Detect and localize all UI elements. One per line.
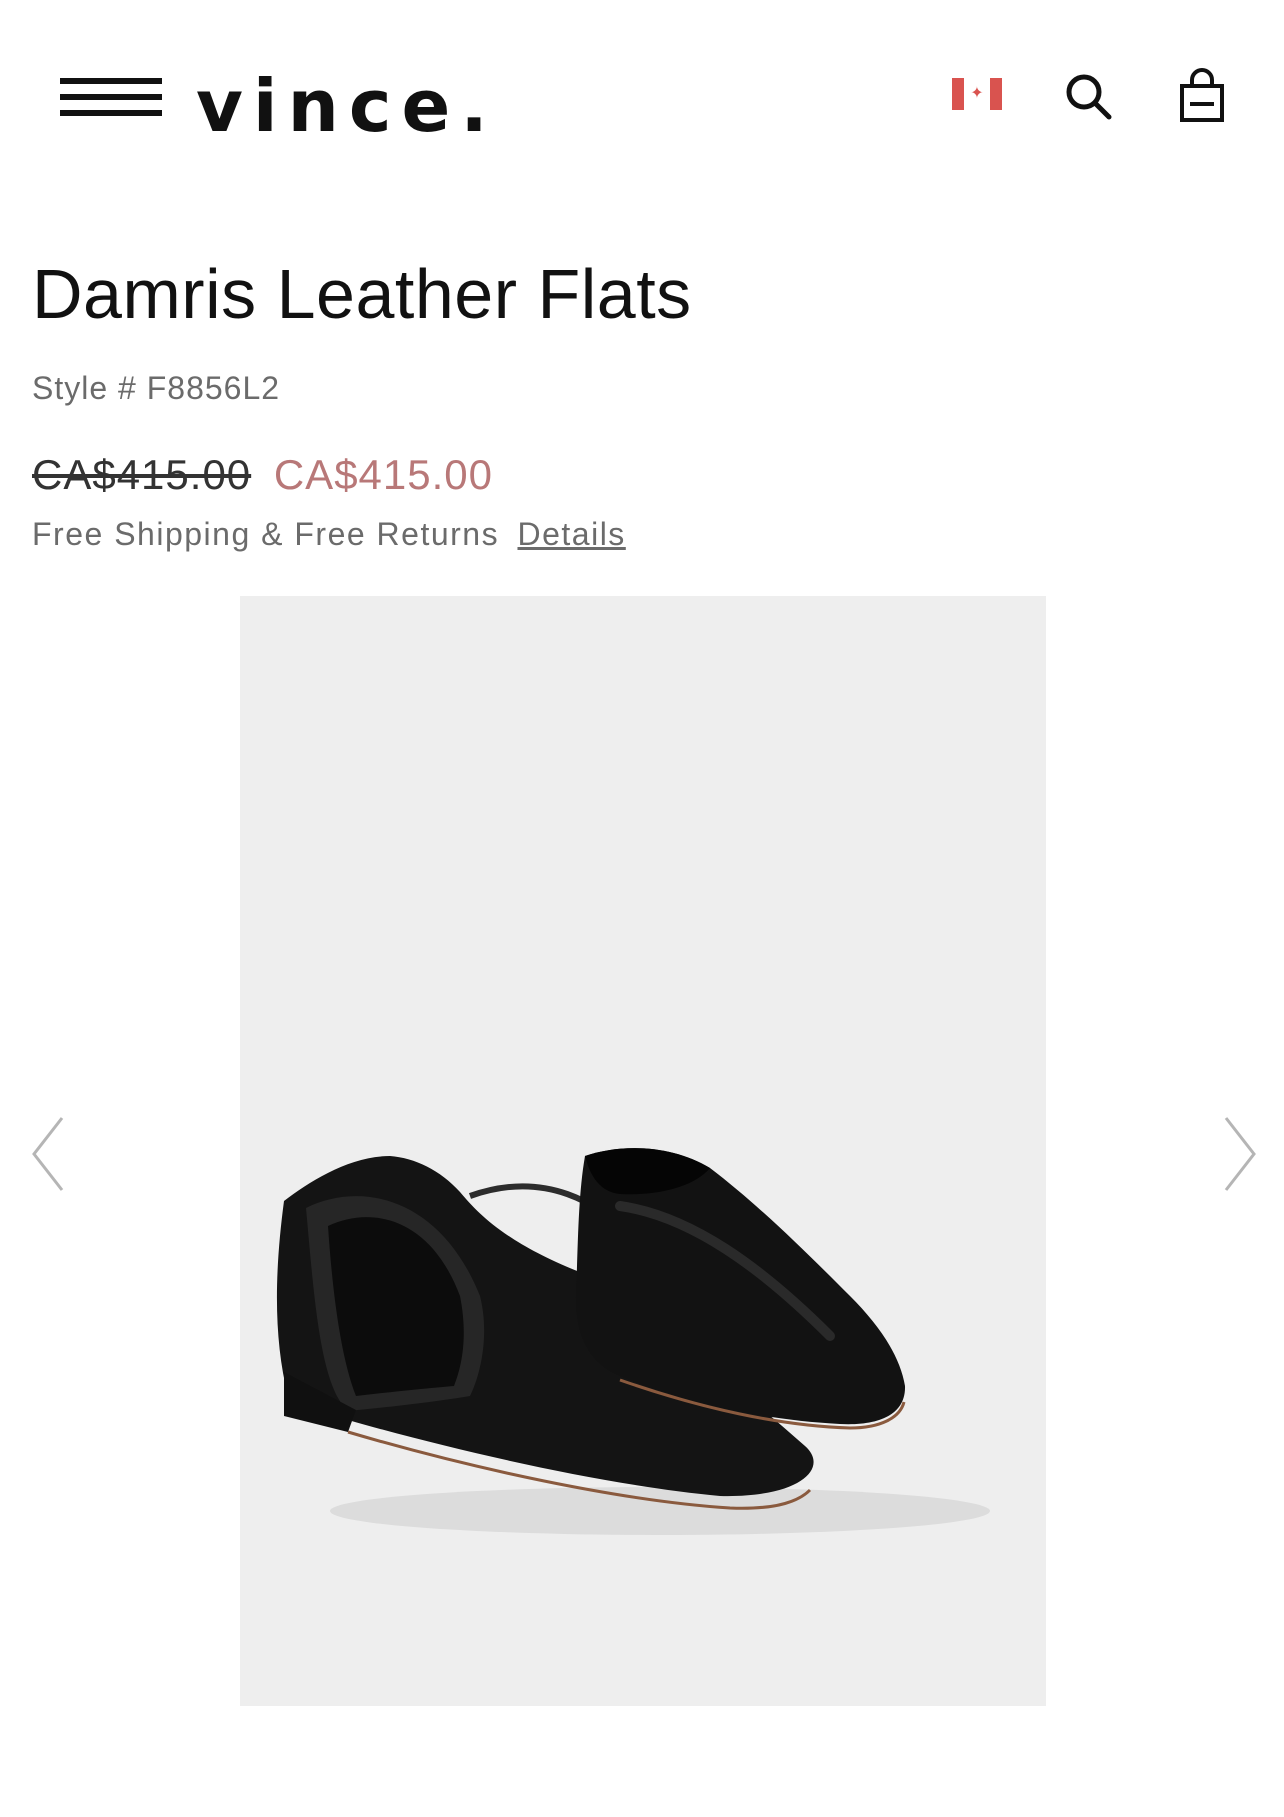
shipping-info: Free Shipping & Free Returns Details	[32, 514, 626, 554]
menu-line	[60, 78, 162, 84]
site-header: VINCE. ✦	[0, 0, 1284, 200]
product-image	[276, 1148, 990, 1535]
chevron-left-icon[interactable]	[28, 1114, 68, 1194]
product-title: Damris Leather Flats	[32, 255, 692, 333]
flag-left-band	[952, 78, 964, 110]
price-block: CA$415.00 CA$415.00	[32, 450, 493, 500]
sale-price: CA$415.00	[273, 451, 494, 498]
flag-maple-leaf: ✦	[964, 78, 990, 110]
shopping-bag-icon[interactable]	[1176, 64, 1228, 124]
canada-flag-icon[interactable]: ✦	[952, 78, 1002, 110]
style-number: Style # F8856L2	[32, 370, 281, 406]
original-price: CA$415.00	[32, 451, 252, 498]
menu-line	[60, 94, 162, 100]
flag-right-band	[990, 78, 1002, 110]
product-image-gallery[interactable]	[240, 596, 1046, 1706]
shipping-text: Free Shipping & Free Returns	[32, 516, 500, 552]
brand-logo[interactable]: VINCE.	[196, 66, 498, 146]
menu-line	[60, 110, 162, 116]
chevron-right-icon[interactable]	[1220, 1114, 1260, 1194]
details-link[interactable]: Details	[517, 516, 625, 552]
search-icon[interactable]	[1062, 70, 1114, 122]
hamburger-menu-icon[interactable]	[60, 74, 162, 122]
